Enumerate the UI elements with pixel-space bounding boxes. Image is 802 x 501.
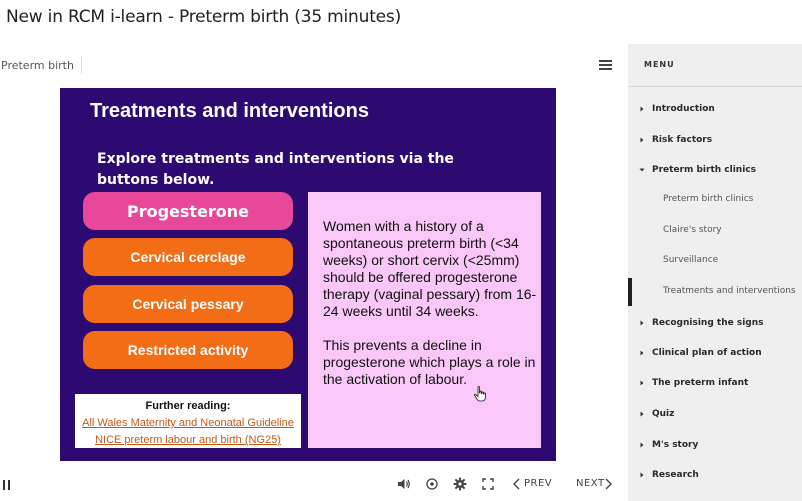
chevron-left-icon[interactable] — [512, 477, 521, 491]
sub-item-label: Treatments and interventions — [663, 286, 796, 296]
sub-item-claires-story[interactable]: Claire's story — [628, 217, 802, 245]
menu-item-label: Risk factors — [652, 135, 713, 145]
chevron-right-icon — [640, 350, 644, 356]
course-name: Preterm birth — [1, 59, 74, 72]
restricted-activity-button[interactable]: Restricted activity — [83, 331, 293, 369]
slide-instructions: Explore treatments and interventions via… — [97, 151, 454, 188]
info-text: Women with a history of a spontaneous pr… — [323, 218, 537, 387]
prev-button[interactable]: PREV — [524, 478, 552, 489]
cervical-pessary-button[interactable]: Cervical pessary — [83, 285, 293, 323]
chevron-down-icon — [639, 168, 645, 172]
volume-icon[interactable] — [397, 477, 411, 491]
chevron-right-icon — [640, 442, 644, 448]
menu-item-label: Introduction — [652, 104, 715, 114]
wales-guideline-link[interactable]: All Wales Maternity and Neonatal Guideli… — [75, 415, 301, 432]
menu-item-risk-factors[interactable]: Risk factors — [628, 127, 802, 155]
captions-icon[interactable] — [425, 477, 439, 491]
menu-title: MENU — [644, 60, 675, 69]
slide-canvas: Treatments and interventions Explore tre… — [60, 88, 556, 461]
next-button[interactable]: NEXT — [576, 478, 605, 489]
further-reading-heading: Further reading: — [145, 400, 231, 412]
menu-item-ms-story[interactable]: M's story — [628, 432, 802, 460]
sub-item-surveillance[interactable]: Surveillance — [628, 247, 802, 275]
player-controls: PREV NEXT — [0, 474, 628, 496]
menu-item-label: M's story — [652, 440, 699, 450]
sub-item-label: Preterm birth clinics — [663, 194, 754, 204]
player-topbar: Preterm birth — [0, 44, 628, 86]
sub-item-label: Surveillance — [663, 255, 719, 265]
menu-item-label: Clinical plan of action — [652, 348, 762, 358]
menu-item-preterm-birth-clinics[interactable]: Preterm birth clinics — [628, 157, 802, 185]
menu-item-label: Quiz — [652, 409, 675, 419]
menu-item-recognising-the-signs[interactable]: Recognising the signs — [628, 310, 802, 338]
hamburger-menu-icon[interactable] — [599, 60, 612, 70]
topbar-divider — [81, 56, 82, 74]
chevron-right-icon — [640, 137, 644, 143]
menu-item-clinical-plan-of-action[interactable]: Clinical plan of action — [628, 340, 802, 368]
menu-item-introduction[interactable]: Introduction — [628, 96, 802, 124]
sub-item-label: Claire's story — [663, 225, 722, 235]
current-item-indicator — [628, 278, 632, 306]
menu-sidebar: MENU Introduction Risk factors Preterm b… — [628, 44, 802, 501]
menu-item-label: Research — [652, 470, 699, 480]
menu-item-label: The preterm infant — [652, 378, 749, 388]
settings-gear-icon[interactable] — [453, 477, 467, 491]
page-title: New in RCM i-learn - Preterm birth (35 m… — [6, 7, 402, 27]
hand-cursor-icon — [474, 386, 486, 402]
progesterone-button[interactable]: Progesterone — [83, 192, 293, 230]
menu-divider — [628, 86, 802, 87]
app-window: New in RCM i-learn - Preterm birth (35 m… — [0, 0, 802, 501]
menu-item-research[interactable]: Research — [628, 462, 802, 490]
chevron-right-icon — [640, 106, 644, 112]
chevron-right-icon — [640, 472, 644, 478]
chevron-right-icon — [640, 411, 644, 417]
chevron-right-icon — [640, 320, 644, 326]
menu-item-label: Recognising the signs — [652, 318, 764, 328]
sub-item-treatments-and-interventions[interactable]: Treatments and interventions — [628, 278, 802, 306]
chevron-right-icon[interactable] — [604, 477, 613, 491]
menu-item-quiz[interactable]: Quiz — [628, 401, 802, 429]
pause-icon[interactable] — [3, 480, 10, 490]
nice-guideline-link[interactable]: NICE preterm labour and birth (NG25) — [75, 432, 301, 449]
info-panel: Women with a history of a spontaneous pr… — [308, 192, 541, 448]
slide-title: Treatments and interventions — [90, 100, 369, 122]
cervical-cerclage-button[interactable]: Cervical cerclage — [83, 238, 293, 276]
chevron-right-icon — [640, 380, 644, 386]
sub-item-preterm-birth-clinics[interactable]: Preterm birth clinics — [628, 186, 802, 214]
menu-item-label: Preterm birth clinics — [652, 165, 756, 175]
fullscreen-icon[interactable] — [481, 477, 495, 491]
further-reading-box: Further reading: All Wales Maternity and… — [75, 394, 301, 448]
menu-item-the-preterm-infant[interactable]: The preterm infant — [628, 370, 802, 398]
